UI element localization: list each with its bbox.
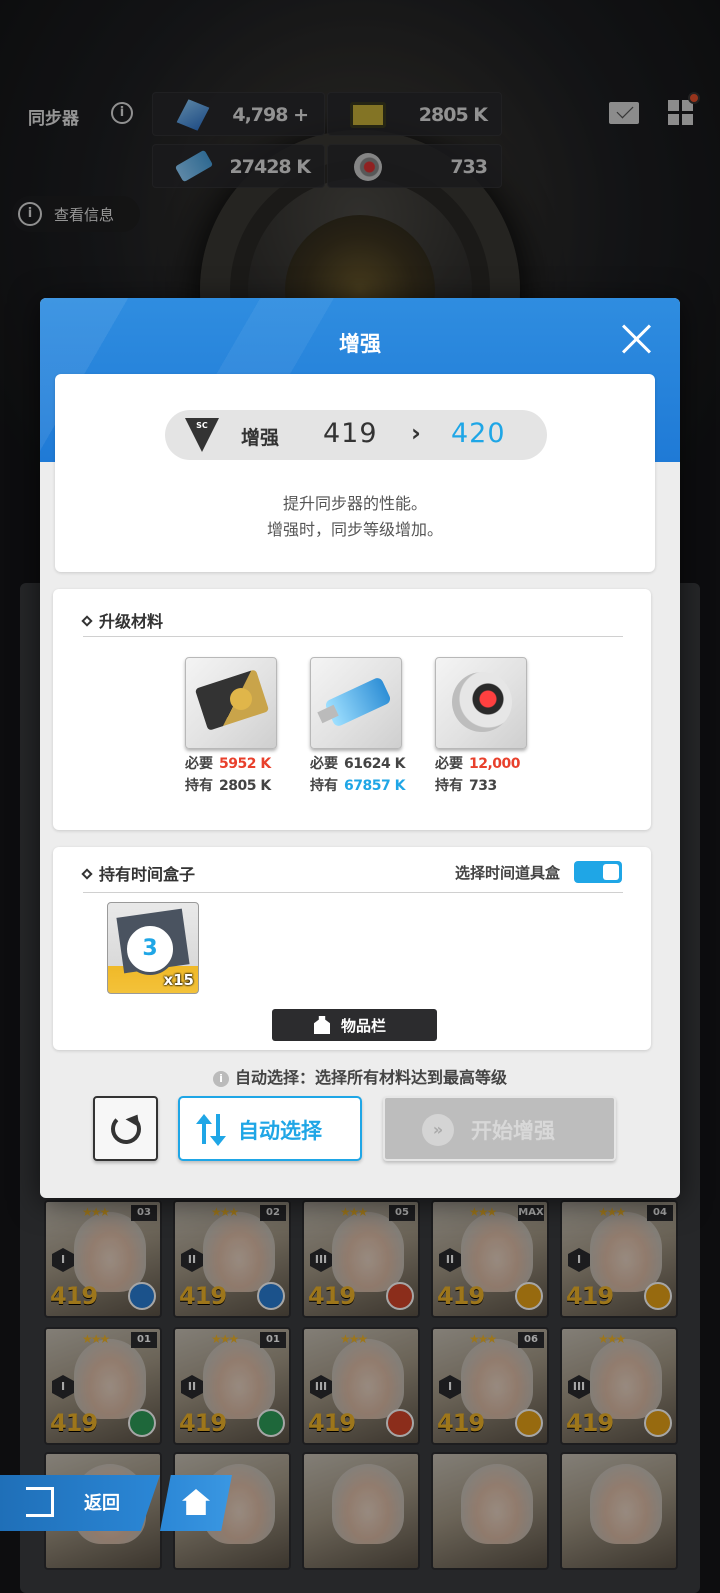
required-label: 必要: [310, 756, 338, 772]
sc-badge-icon: SC: [185, 418, 219, 452]
timebox-toggle[interactable]: [574, 861, 622, 883]
diamond-bullet-icon: [81, 615, 93, 627]
bag-icon: [314, 1016, 330, 1034]
sc-badge-text: SC: [196, 421, 208, 430]
level-label: 增强: [241, 427, 280, 449]
reset-button[interactable]: [93, 1096, 158, 1161]
materials-heading: 升级材料: [81, 608, 164, 632]
back-label: 返回: [84, 1493, 120, 1514]
level-pill: SC 增强 419 › 420: [165, 410, 547, 460]
divider: [83, 636, 623, 637]
owned-label: 持有: [310, 778, 338, 794]
timebox-hours: 3: [124, 923, 176, 975]
home-icon: [182, 1489, 210, 1515]
materials-panel: 升级材料 必要 5952 K 持有 2805 K 必要 61624 K 持有 67857…: [53, 589, 651, 830]
usb-drive-icon: [310, 657, 402, 749]
owned-value: 733: [469, 778, 497, 794]
required-value: 61624 K: [344, 756, 405, 772]
level-panel: SC 增强 419 › 420 提升同步器的性能。 增强时，同步等级增加。: [55, 374, 655, 572]
close-icon[interactable]: [618, 320, 654, 356]
auto-select-button[interactable]: 自动选择: [178, 1096, 362, 1161]
owned-value: 2805 K: [219, 778, 271, 794]
timebox-title: 持有时间盒子: [99, 865, 196, 884]
exit-icon: [26, 1487, 54, 1517]
level-from: 419: [323, 418, 378, 449]
material-item[interactable]: 必要 61624 K 持有 67857 K: [310, 657, 405, 795]
diamond-bullet-icon: [81, 868, 93, 880]
modal-title: 增强: [339, 332, 381, 356]
back-button[interactable]: 返回: [0, 1475, 160, 1531]
timebox-item[interactable]: 3 x15: [107, 902, 199, 994]
auto-select-label: 自动选择: [238, 1119, 322, 1143]
double-chevron-icon: »: [422, 1114, 454, 1146]
home-button[interactable]: [160, 1475, 232, 1531]
start-enhance-button[interactable]: » 开始增强: [383, 1096, 616, 1161]
timebox-quantity: x15: [163, 971, 194, 989]
description-line-2: 增强时，同步等级增加。: [266, 520, 443, 539]
enhance-modal: SC 增强 SC 增强 419 › 420 提升同步器的性能。 增强时，同步等级…: [40, 298, 680, 1198]
owned-label: 持有: [185, 778, 213, 794]
owned-label: 持有: [435, 778, 463, 794]
description-line-1: 提升同步器的性能。: [282, 494, 427, 513]
required-value: 12,000: [469, 756, 521, 772]
core-orb-icon: [435, 657, 527, 749]
level-to: 420: [451, 418, 506, 449]
required-value: 5952 K: [219, 756, 271, 772]
inventory-label: 物品栏: [341, 1017, 387, 1035]
material-item[interactable]: 必要 12,000 持有 733: [435, 657, 527, 795]
start-enhance-label: 开始增强: [471, 1119, 555, 1143]
materials-title: 升级材料: [99, 612, 164, 631]
info-icon: i: [212, 1071, 229, 1087]
divider: [83, 892, 623, 893]
inventory-button[interactable]: 物品栏: [272, 1009, 437, 1041]
credit-card-icon: [185, 657, 277, 749]
level-arrow: ›: [411, 419, 421, 447]
material-item[interactable]: 必要 5952 K 持有 2805 K: [185, 657, 277, 795]
required-label: 必要: [435, 756, 463, 772]
required-label: 必要: [185, 756, 213, 772]
hint-text: 自动选择：选择所有材料达到最高等级: [234, 1068, 507, 1087]
refresh-icon: [111, 1114, 141, 1144]
swap-arrows-icon: [196, 1114, 226, 1146]
owned-value: 67857 K: [344, 778, 405, 794]
timebox-heading: 持有时间盒子: [81, 861, 196, 885]
toggle-label: 选择时间道具盒: [455, 864, 561, 882]
auto-select-hint: i 自动选择：选择所有材料达到最高等级: [40, 1064, 680, 1088]
timebox-panel: 持有时间盒子 选择时间道具盒 3 x15 物品栏: [53, 847, 651, 1050]
